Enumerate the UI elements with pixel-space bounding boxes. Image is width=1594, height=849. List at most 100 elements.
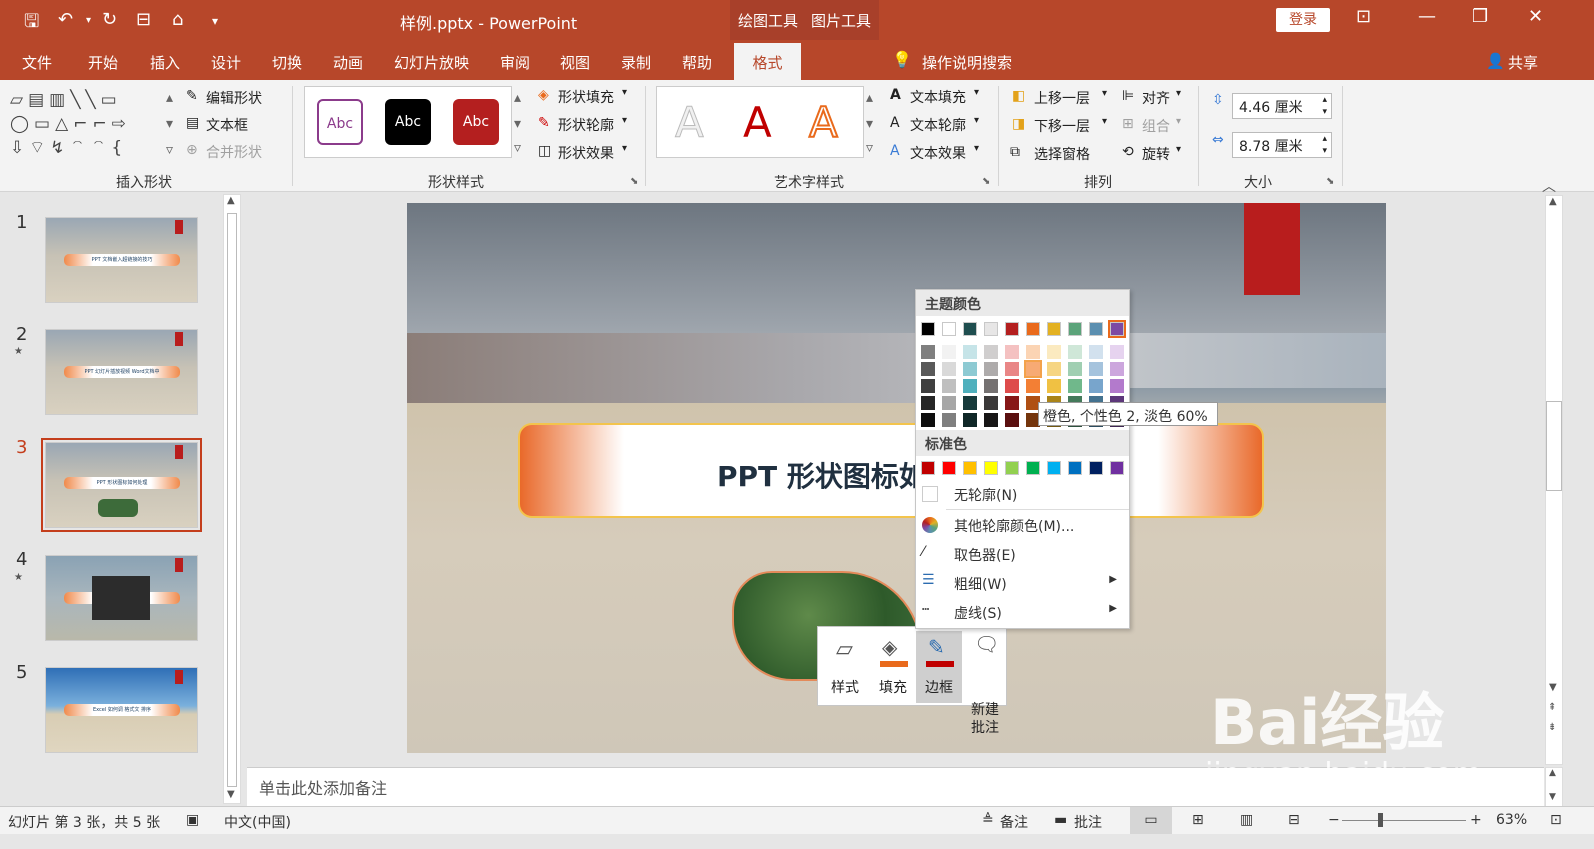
tab-record[interactable]: 录制 [621,52,651,73]
chevron-down-icon[interactable]: ▾ [974,143,979,154]
styles-more-icon[interactable]: ▿ [514,140,521,156]
mini-style-button[interactable]: ▱ 样式 [822,631,868,703]
theme-color-swatch[interactable] [984,322,998,336]
mini-fill-button[interactable]: ◈ 填充 [870,631,916,703]
no-outline-item[interactable]: 无轮廓(N) [916,480,1129,508]
styles-down-icon[interactable]: ▾ [514,116,521,132]
theme-color-swatch[interactable] [963,322,977,336]
tab-animations[interactable]: 动画 [333,52,363,73]
text-fill-button[interactable]: 文本填充 [910,87,966,107]
tab-drawing-format[interactable]: 格式 [734,43,801,80]
standard-color-swatch[interactable] [1089,461,1103,475]
theme-color-shade[interactable] [963,396,977,410]
wordart-more-icon[interactable]: ▿ [866,140,873,156]
chevron-down-icon[interactable]: ▾ [1102,88,1107,99]
zoom-out-icon[interactable]: − [1328,812,1340,828]
user-icon[interactable]: 👤 [1486,52,1505,70]
gallery-up-icon[interactable]: ▴ [166,90,173,106]
group-button[interactable]: 组合 [1142,116,1170,136]
ribbon-display-icon[interactable]: ⊡ [1356,6,1371,27]
theme-color-shade[interactable] [1110,345,1124,359]
chevron-down-icon[interactable]: ▾ [974,115,979,126]
scroll-up-icon[interactable]: ▲ [1549,196,1557,207]
theme-color-shade[interactable] [963,362,977,376]
accessibility-icon[interactable]: ▣ [186,812,199,828]
dialog-launcher-icon[interactable]: ⬊ [1326,176,1334,187]
save-icon[interactable]: 🖫 [24,9,39,39]
theme-color-shade[interactable] [942,379,956,393]
next-slide-icon[interactable]: ⇟ [1548,722,1556,733]
normal-view-icon[interactable]: ▭ [1130,807,1172,834]
theme-color-shade[interactable] [1047,345,1061,359]
standard-color-swatch[interactable] [1068,461,1082,475]
language-indicator[interactable]: 中文(中国) [224,812,291,832]
standard-color-swatch[interactable] [942,461,956,475]
slide-sorter-icon[interactable]: ⊞ [1192,812,1204,828]
weight-item[interactable]: ☰ 粗细(W) ▶ [916,569,1129,597]
standard-color-swatch[interactable] [984,461,998,475]
align-button[interactable]: 对齐 [1142,88,1170,108]
tab-review[interactable]: 审阅 [500,52,530,73]
shape-outline-button[interactable]: 形状轮廓 [558,115,614,135]
chevron-down-icon[interactable]: ▾ [1176,144,1181,155]
theme-color-shade[interactable] [963,345,977,359]
theme-color-shade[interactable] [984,345,998,359]
standard-color-swatch[interactable] [1026,461,1040,475]
theme-color-shade[interactable] [963,413,977,427]
wordart-up-icon[interactable]: ▴ [866,90,873,106]
theme-color-swatch[interactable] [942,322,956,336]
theme-color-shade[interactable] [1110,362,1124,376]
reading-view-icon[interactable]: ▥ [1240,812,1253,828]
chevron-down-icon[interactable]: ▾ [1176,88,1181,99]
gallery-more-icon[interactable]: ▿ [166,142,173,158]
theme-color-shade[interactable] [984,362,998,376]
scroll-up-icon[interactable]: ▲ [1549,768,1556,778]
chevron-down-icon[interactable]: ▾ [622,143,627,154]
theme-color-swatch[interactable] [1068,322,1082,336]
theme-color-swatch[interactable] [1026,322,1040,336]
standard-color-swatch[interactable] [1005,461,1019,475]
close-icon[interactable]: ✕ [1528,6,1543,27]
tab-slideshow[interactable]: 幻灯片放映 [394,52,469,73]
comments-toggle[interactable]: 批注 [1074,812,1102,832]
scroll-up-icon[interactable]: ▲ [227,195,235,206]
shape-effects-button[interactable]: 形状效果 [558,143,614,163]
touch-mode-icon[interactable]: ⌂ [172,9,183,30]
scroll-down-icon[interactable]: ▼ [1549,682,1557,693]
text-box-button[interactable]: 文本框 [206,115,248,135]
theme-color-shade[interactable] [1026,379,1040,393]
theme-color-shade[interactable] [921,396,935,410]
tab-file[interactable]: 文件 [22,52,52,73]
mini-outline-button[interactable]: ✎ 边框 [916,631,962,703]
zoom-level[interactable]: 63% [1496,812,1527,828]
tab-help[interactable]: 帮助 [682,52,712,73]
tab-transitions[interactable]: 切换 [272,52,302,73]
theme-color-shade[interactable] [1068,379,1082,393]
theme-color-shade[interactable] [1047,362,1061,376]
zoom-slider-handle[interactable] [1378,813,1383,827]
scroll-thumb[interactable] [227,213,237,787]
slide-scrollbar[interactable]: ▲ ▼ ⇞ ⇟ [1545,195,1563,765]
theme-color-shade[interactable] [1110,379,1124,393]
theme-color-shade[interactable] [963,379,977,393]
chevron-down-icon[interactable]: ▾ [622,87,627,98]
shape-fill-button[interactable]: 形状填充 [558,87,614,107]
scroll-down-icon[interactable]: ▼ [1549,792,1556,802]
theme-color-shade[interactable] [984,413,998,427]
text-outline-button[interactable]: 文本轮廓 [910,115,966,135]
theme-color-shade[interactable] [921,362,935,376]
title-banner-shape[interactable]: PPT 形状图标如 [518,423,1264,518]
scroll-thumb[interactable] [1546,401,1562,491]
wordart-style-1[interactable]: A [675,95,705,151]
new-comment-button[interactable]: 🗨 新建 批注 [962,631,1008,736]
theme-color-shade[interactable] [1005,396,1019,410]
scroll-down-icon[interactable]: ▼ [227,789,235,800]
theme-color-swatch[interactable] [1005,322,1019,336]
undo-icon[interactable]: ↶ [58,9,73,30]
height-field[interactable]: 4.46 厘米 ▴ ▾ [1232,93,1332,119]
theme-color-shade[interactable] [942,413,956,427]
wordart-down-icon[interactable]: ▾ [866,116,873,132]
rotate-button[interactable]: 旋转 [1142,144,1170,164]
theme-color-swatch[interactable] [921,322,935,336]
tab-view[interactable]: 视图 [560,52,590,73]
